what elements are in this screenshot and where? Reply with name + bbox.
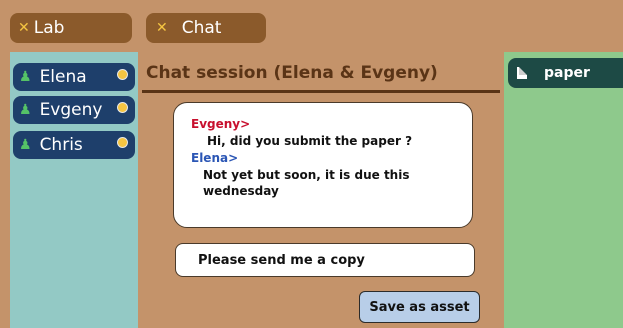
tools-icon: ✕ <box>156 20 168 36</box>
assets-panel: paper <box>504 52 623 328</box>
app-window: ✕ Lab ✕ Chat ♟ Elena ♟ Evgeny ♟ Chris Ch… <box>0 0 623 328</box>
chat-title: Chat session (Elena & Evgeny) <box>146 63 438 83</box>
save-as-asset-button[interactable]: Save as asset <box>359 291 480 323</box>
status-dot <box>117 137 128 148</box>
message-sender-elena: Elena> <box>191 151 239 165</box>
tab-lab[interactable]: ✕ Lab <box>10 13 132 43</box>
person-icon: ♟ <box>19 137 32 153</box>
title-divider <box>142 90 500 93</box>
message-log[interactable]: Evgeny> Hi, did you submit the paper ? E… <box>173 102 473 228</box>
tab-lab-label: Lab <box>33 18 65 38</box>
chat-panel: Chat session (Elena & Evgeny) Evgeny> Hi… <box>138 52 504 328</box>
message-sender-evgeny: Evgeny> <box>191 117 251 131</box>
status-dot <box>117 69 128 80</box>
user-item-elena[interactable]: ♟ Elena <box>13 63 135 91</box>
user-name: Chris <box>39 135 83 155</box>
tools-icon: ✕ <box>18 20 30 36</box>
document-icon <box>517 67 527 79</box>
user-name: Evgeny <box>39 100 103 120</box>
person-icon: ♟ <box>19 69 32 85</box>
person-icon: ♟ <box>19 102 32 118</box>
tab-chat[interactable]: ✕ Chat <box>146 13 266 43</box>
status-dot <box>117 102 128 113</box>
user-item-chris[interactable]: ♟ Chris <box>13 131 135 159</box>
message-text: wednesday <box>203 184 279 198</box>
user-item-evgeny[interactable]: ♟ Evgeny <box>13 96 135 124</box>
tab-chat-label: Chat <box>181 18 222 38</box>
message-text: Hi, did you submit the paper ? <box>207 134 413 148</box>
user-name: Elena <box>39 67 87 87</box>
chat-input[interactable]: Please send me a copy <box>175 243 475 277</box>
top-bar: ✕ Lab ✕ Chat <box>0 0 623 52</box>
users-panel: ♟ Elena ♟ Evgeny ♟ Chris <box>10 52 138 328</box>
asset-item-paper[interactable]: paper <box>508 58 623 88</box>
asset-label: paper <box>544 65 590 81</box>
message-text: Not yet but soon, it is due this <box>203 168 410 182</box>
